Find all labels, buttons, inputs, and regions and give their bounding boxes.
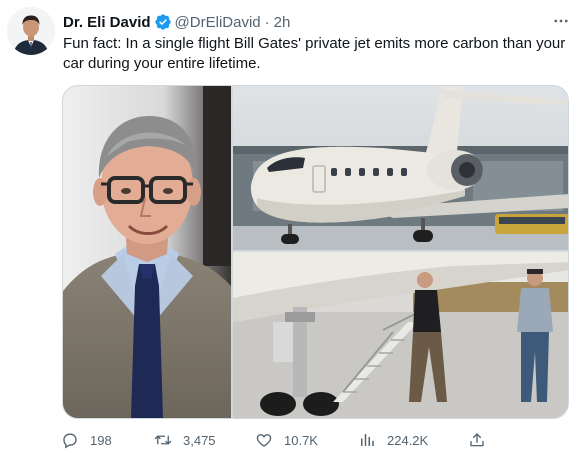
tweet-media-grid xyxy=(62,85,569,419)
boarding-stairs-photo[interactable] xyxy=(233,252,568,418)
views-icon xyxy=(355,428,379,452)
reply-button[interactable]: 198 xyxy=(58,428,112,452)
tweet-card[interactable]: Dr. Eli David @DrEliDavid · 2h Fun fact:… xyxy=(0,0,588,465)
avatar-image xyxy=(7,7,55,55)
author-avatar[interactable] xyxy=(7,7,55,55)
portrait-photo[interactable] xyxy=(63,86,231,418)
reply-count: 198 xyxy=(90,432,112,448)
like-count: 10.7K xyxy=(284,432,318,448)
retweet-count: 3,475 xyxy=(183,432,216,448)
private-jet-photo[interactable] xyxy=(233,86,568,250)
tweet-timestamp[interactable]: 2h xyxy=(274,14,291,31)
share-button[interactable] xyxy=(465,428,489,452)
more-dots-icon xyxy=(554,19,568,23)
views-button[interactable]: 224.2K xyxy=(355,428,428,452)
retweet-button[interactable]: 3,475 xyxy=(151,428,216,452)
like-button[interactable]: 10.7K xyxy=(252,428,318,452)
reply-icon xyxy=(58,428,82,452)
verified-badge-icon xyxy=(154,13,172,31)
separator-dot: · xyxy=(264,13,270,31)
share-icon xyxy=(465,428,489,452)
more-options-button[interactable] xyxy=(550,11,572,31)
author-handle[interactable]: @DrEliDavid xyxy=(175,14,261,31)
tweet-header: Dr. Eli David @DrEliDavid · 2h xyxy=(63,12,290,32)
heart-icon xyxy=(252,428,276,452)
retweet-icon xyxy=(151,428,175,452)
author-name[interactable]: Dr. Eli David xyxy=(63,14,151,31)
tweet-text: Fun fact: In a single flight Bill Gates'… xyxy=(63,35,566,72)
tweet-actions: 198 3,475 10.7K 224.2K xyxy=(56,428,496,452)
views-count: 224.2K xyxy=(387,432,429,448)
